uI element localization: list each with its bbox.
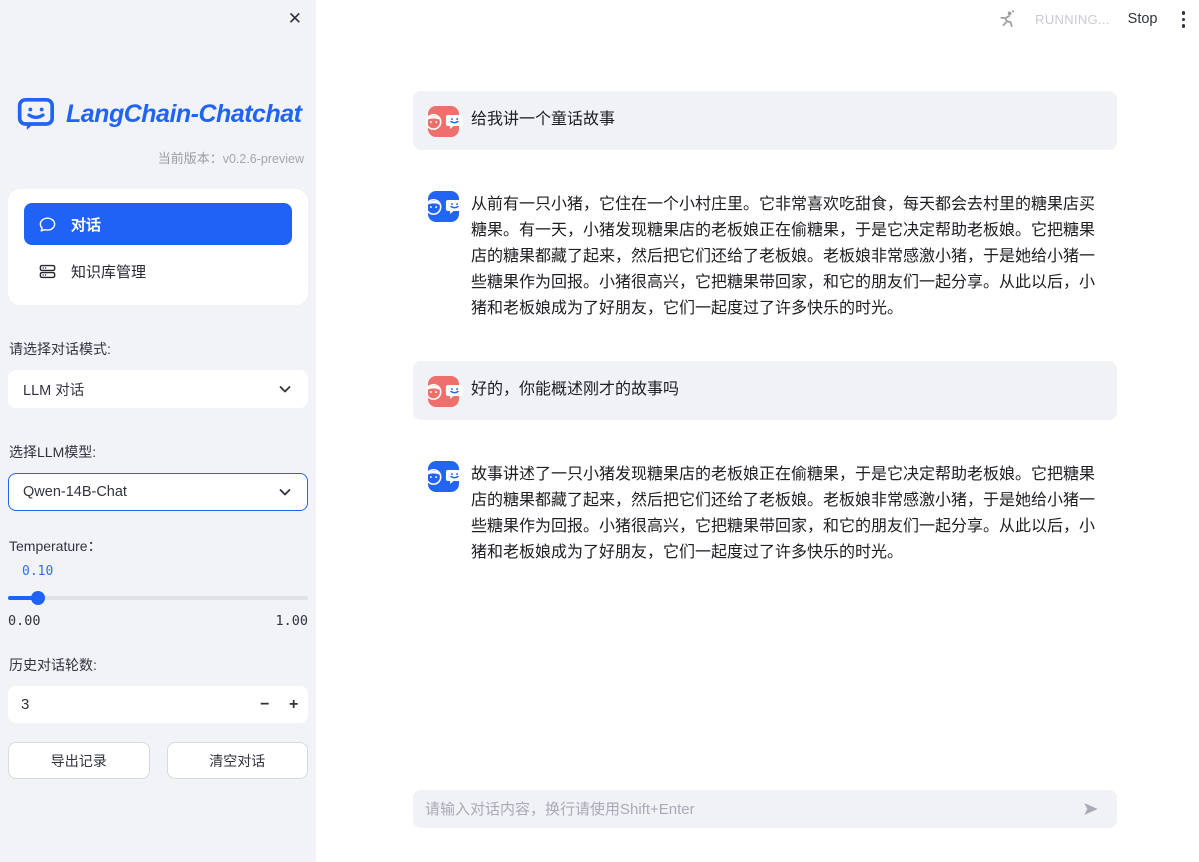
dialogue-mode-label: 请选择对话模式: xyxy=(8,339,308,359)
history-rounds-input: − + xyxy=(8,686,308,723)
message-text: 从前有一只小猪，它住在一个小村庄里。它非常喜欢吃甜食，每天都会去村里的糖果店买糖… xyxy=(471,189,1102,322)
assistant-avatar-icon xyxy=(444,381,465,402)
slider-track[interactable] xyxy=(8,596,308,600)
clear-dialogue-button[interactable]: 清空对话 xyxy=(167,742,309,779)
sidebar-actions: 导出记录 清空对话 xyxy=(8,742,308,779)
slider-max-label: 1.00 xyxy=(275,613,308,629)
chat-message-list: 给我讲一个童话故事 从前有一只小猪，它住在一个小村庄里。它非常 xyxy=(413,0,1117,579)
user-avatar-icon xyxy=(423,111,444,132)
temperature-value: 0.10 xyxy=(22,564,308,579)
slider-min-label: 0.00 xyxy=(8,613,41,629)
slider-thumb[interactable] xyxy=(31,591,45,605)
chat-input-bar xyxy=(413,790,1117,828)
assistant-avatar-icon xyxy=(444,466,465,487)
nav-card: 对话 知识库管理 xyxy=(8,189,308,305)
avatar xyxy=(428,191,459,222)
version-info: 当前版本：v0.2.6-preview xyxy=(8,148,304,167)
assistant-avatar-icon xyxy=(444,196,465,217)
temperature-label: Temperature： xyxy=(8,536,308,556)
version-value: v0.2.6-preview xyxy=(223,152,304,166)
decrement-button[interactable]: − xyxy=(250,686,279,723)
avatar xyxy=(428,106,459,137)
database-server-icon xyxy=(38,262,57,281)
user-avatar-icon xyxy=(423,381,444,402)
chevron-down-icon xyxy=(277,484,293,500)
nav-item-label: 对话 xyxy=(71,214,101,235)
message-text: 好的，你能概述刚才的故事吗 xyxy=(471,374,1102,407)
nav-item-knowledge-base[interactable]: 知识库管理 xyxy=(24,251,292,291)
version-label: 当前版本： xyxy=(158,151,223,166)
send-icon[interactable] xyxy=(1077,795,1105,823)
message-text: 给我讲一个童话故事 xyxy=(471,104,1102,137)
chat-message-assistant: 从前有一只小猪，它住在一个小村庄里。它非常喜欢吃甜食，每天都会去村里的糖果店买糖… xyxy=(413,176,1117,335)
sidebar: ✕ LangChain-Chatchat 当前版本：v0.2.6-preview… xyxy=(0,0,316,862)
overflow-menu-icon[interactable] xyxy=(1176,7,1192,32)
history-rounds-field[interactable] xyxy=(8,696,250,713)
chat-outline-icon xyxy=(38,215,57,234)
message-text: 故事讲述了一只小猪发现糖果店的老板娘正在偷糖果，于是它决定帮助老板娘。它把糖果店… xyxy=(471,459,1102,566)
app-title: LangChain-Chatchat xyxy=(66,100,301,129)
stop-button[interactable]: Stop xyxy=(1128,11,1158,27)
chevron-down-icon xyxy=(277,381,293,397)
chat-area: 给我讲一个童话故事 从前有一只小猪，它住在一个小村庄里。它非常 xyxy=(413,0,1117,862)
llm-model-label: 选择LLM模型: xyxy=(8,442,308,462)
assistant-avatar-icon xyxy=(444,111,465,132)
user-avatar-icon xyxy=(423,466,444,487)
avatar xyxy=(428,461,459,492)
avatar xyxy=(428,376,459,407)
chat-message-user: 好的，你能概述刚才的故事吗 xyxy=(413,361,1117,420)
history-rounds-label: 历史对话轮数: xyxy=(8,655,308,675)
chat-message-assistant: 故事讲述了一只小猪发现糖果店的老板娘正在偷糖果，于是它决定帮助老板娘。它把糖果店… xyxy=(413,446,1117,579)
nav-item-label: 知识库管理 xyxy=(71,261,146,282)
app-logo: LangChain-Chatchat xyxy=(16,94,302,134)
slider-range: 0.00 1.00 xyxy=(8,613,308,629)
chat-input[interactable] xyxy=(425,801,1077,818)
chat-bubble-logo-icon xyxy=(16,94,56,134)
chat-message-user: 给我讲一个童话故事 xyxy=(413,91,1117,150)
increment-button[interactable]: + xyxy=(279,686,308,723)
sidebar-header: ✕ xyxy=(8,0,308,36)
dialogue-mode-value: LLM 对话 xyxy=(23,379,277,400)
llm-model-value: Qwen-14B-Chat xyxy=(23,484,277,500)
temperature-slider[interactable] xyxy=(8,591,308,605)
nav-item-dialogue[interactable]: 对话 xyxy=(24,203,292,245)
close-sidebar-icon[interactable]: ✕ xyxy=(288,10,302,27)
user-avatar-icon xyxy=(423,196,444,217)
export-records-button[interactable]: 导出记录 xyxy=(8,742,150,779)
dialogue-mode-select[interactable]: LLM 对话 xyxy=(8,370,308,408)
llm-model-select[interactable]: Qwen-14B-Chat xyxy=(8,473,308,511)
